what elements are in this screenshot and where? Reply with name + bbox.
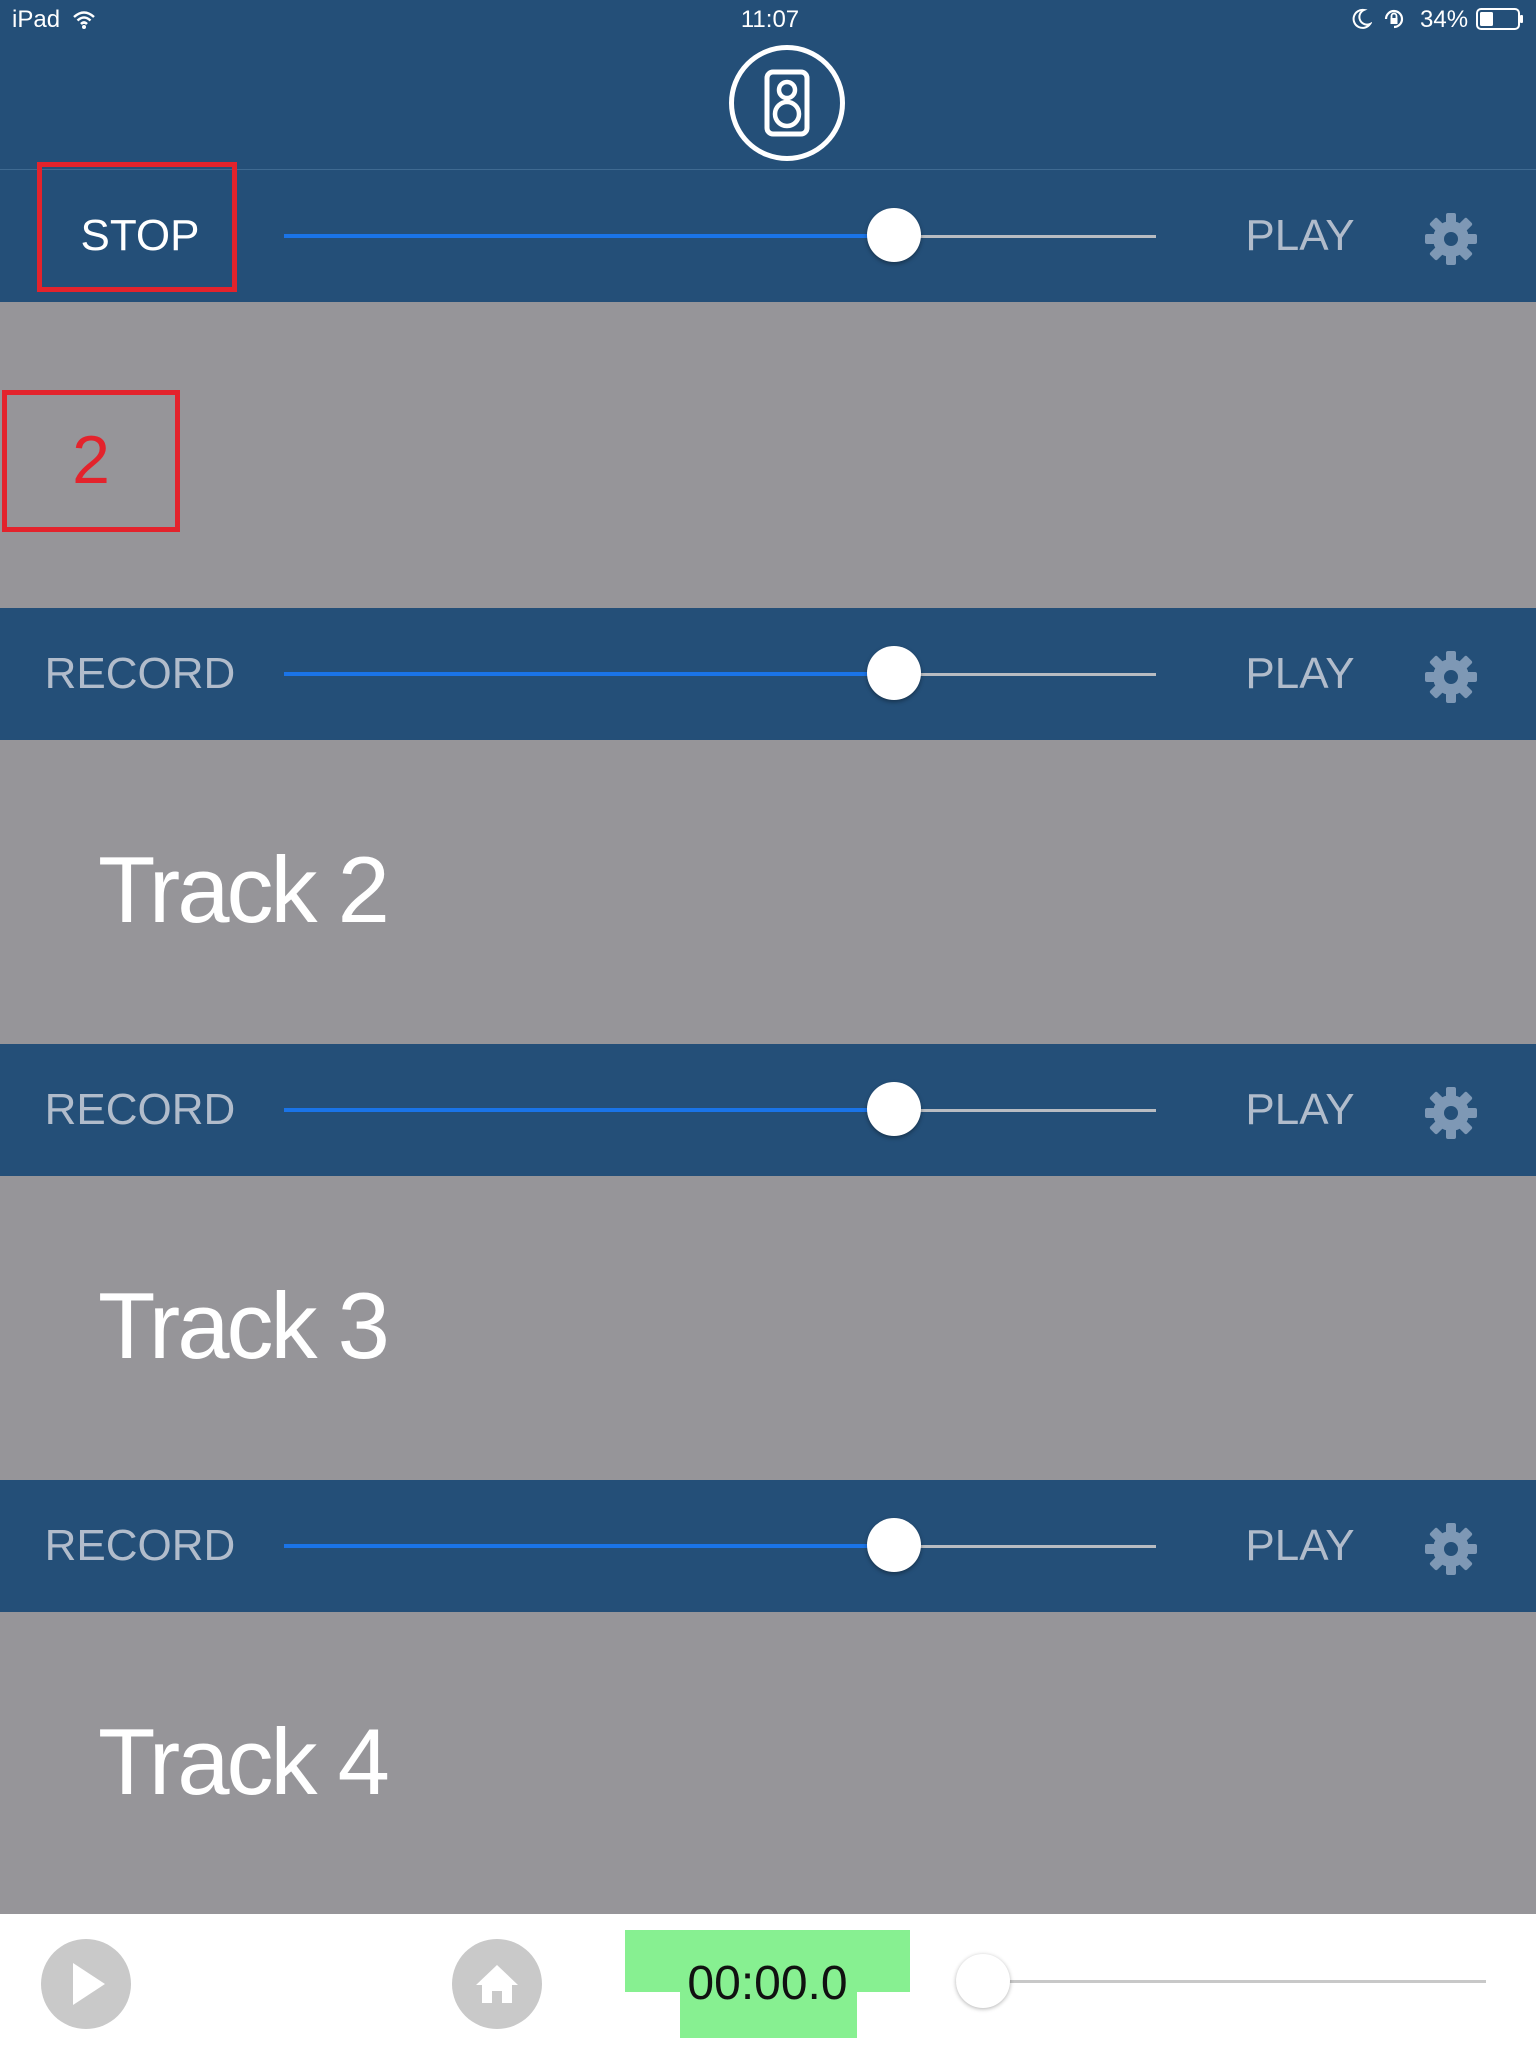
wifi-icon [73,11,95,29]
play-all-button[interactable] [41,1939,131,2029]
track-2-controls: RECORD PLAY [0,608,1536,740]
slider-knob[interactable] [867,646,922,700]
rotation-lock-icon [1384,9,1404,29]
bottom-toolbar: 00:00.0 [0,1914,1536,2048]
play-icon [73,1963,105,2005]
track-1-volume-slider[interactable] [284,208,1156,262]
track-4-title: Track 4 [98,1709,390,1814]
track-2-title: Track 2 [98,837,390,942]
track-3-controls: RECORD PLAY [0,1044,1536,1176]
track-3-volume-slider[interactable] [284,1082,1156,1136]
status-device: iPad [12,6,61,33]
master-position-slider[interactable] [956,1954,1486,2010]
gear-icon[interactable] [1422,1520,1480,1578]
status-battery-percent: 34% [1420,6,1469,33]
home-button[interactable] [452,1939,542,2029]
slider-knob[interactable] [867,1082,922,1136]
track-1-panel[interactable] [0,302,1536,608]
track-4-panel[interactable]: Track 4 [0,1612,1536,1914]
annotation-box-stop [37,162,237,292]
track-2-record-button[interactable]: RECORD [40,608,240,740]
track-3-record-button[interactable]: RECORD [40,1044,240,1176]
gear-icon[interactable] [1422,1084,1480,1142]
moon-icon [1352,8,1372,29]
slider-knob[interactable] [867,1518,922,1572]
speaker-icon [764,69,810,137]
battery-icon [1476,8,1523,30]
track-3-play-button[interactable]: PLAY [1230,1044,1370,1176]
track-2-play-button[interactable]: PLAY [1230,608,1370,740]
track-2-volume-slider[interactable] [284,646,1156,700]
slider-knob[interactable] [867,208,922,262]
master-slider-knob[interactable] [956,1954,1010,2008]
status-time: 11:07 [740,6,800,33]
track-1-play-button[interactable]: PLAY [1230,170,1370,302]
track-2-panel[interactable]: Track 2 [0,740,1536,1044]
track-4-controls: RECORD PLAY [0,1480,1536,1612]
app-header: iPad 11:07 34% [0,0,1536,170]
home-icon [476,1965,518,2003]
app-logo[interactable] [729,45,845,161]
track-4-play-button[interactable]: PLAY [1230,1480,1370,1612]
track-3-panel[interactable]: Track 3 [0,1176,1536,1480]
annotation-number-box: 2 [2,390,180,532]
timer-display: 00:00.0 [687,1957,848,2010]
track-3-title: Track 3 [98,1273,390,1378]
gear-icon[interactable] [1422,210,1480,268]
gear-icon[interactable] [1422,648,1480,706]
track-4-volume-slider[interactable] [284,1518,1156,1572]
track-4-record-button[interactable]: RECORD [40,1480,240,1612]
